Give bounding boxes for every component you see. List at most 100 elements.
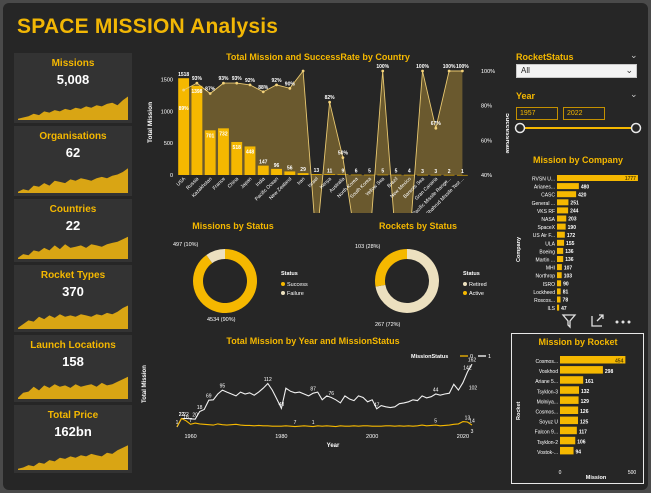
bar-value-label: 81: [563, 290, 569, 296]
bar-pacific-ocean[interactable]: [271, 168, 282, 175]
bar-brazil[interactable]: [390, 174, 402, 176]
y-axis-label: Rocket: [516, 401, 522, 420]
rate-point[interactable]: [288, 86, 292, 90]
rate-point[interactable]: [182, 88, 186, 92]
rate-point[interactable]: [208, 92, 212, 95]
legend-marker: [281, 291, 285, 295]
bar-2[interactable]: [557, 191, 577, 198]
bar-india[interactable]: [257, 165, 269, 175]
year-from-input[interactable]: 1957: [516, 107, 558, 120]
rate-point[interactable]: [421, 69, 424, 73]
bar-11[interactable]: [557, 264, 562, 271]
rate-point[interactable]: [447, 69, 451, 73]
bar-new-zealand[interactable]: [284, 171, 296, 175]
year-range-slider[interactable]: [514, 121, 644, 135]
rate-point[interactable]: [195, 81, 199, 85]
rate-point[interactable]: [341, 156, 345, 160]
bar-3[interactable]: [557, 199, 569, 206]
bar-north-korea[interactable]: [350, 174, 362, 176]
rockets-status-title: Rockets by Status: [378, 221, 458, 231]
series-line-1[interactable]: [176, 363, 473, 428]
bar-12[interactable]: [557, 272, 562, 279]
bar-8[interactable]: [560, 436, 576, 445]
chevron-down-icon[interactable]: ⌄: [630, 89, 638, 100]
legend-marker: [463, 291, 467, 295]
bar-gran-canaria[interactable]: [430, 174, 442, 176]
rate-value-label: 82%: [325, 95, 336, 101]
rate-point[interactable]: [301, 69, 305, 73]
bar-russia[interactable]: [191, 85, 203, 175]
slider-handle-start[interactable]: [514, 122, 526, 134]
bar-value-label: 107: [564, 265, 573, 271]
category-label: Iran: [296, 176, 306, 186]
year-to-input[interactable]: 2022: [563, 107, 605, 120]
series-line-0[interactable]: [176, 417, 473, 428]
bar-1[interactable]: [560, 366, 603, 374]
bar-6[interactable]: [557, 223, 566, 230]
bar-kenya[interactable]: [324, 174, 336, 175]
bar-13[interactable]: [557, 280, 562, 287]
bar-israel[interactable]: [310, 174, 322, 175]
point-label: 3: [471, 429, 474, 435]
bar-iran[interactable]: [297, 173, 309, 175]
bar-value-label: 1518: [178, 72, 189, 78]
rate-point[interactable]: [434, 126, 438, 130]
bar-value-label: 11: [327, 168, 333, 174]
bar-barents-sea[interactable]: [417, 174, 428, 176]
slice-label: 103 (28%): [355, 244, 381, 250]
bar-2[interactable]: [560, 376, 584, 384]
bar-value-label: 94: [576, 450, 582, 456]
bar-pacific-missile-range-[interactable]: [443, 174, 455, 176]
slider-handle-end[interactable]: [630, 122, 642, 134]
rate-point[interactable]: [381, 69, 385, 73]
bar-16[interactable]: [557, 304, 560, 311]
rocket-status-dropdown[interactable]: All ⌄: [516, 64, 637, 78]
chevron-down-icon[interactable]: ⌄: [630, 50, 638, 61]
bar-yellow-sea[interactable]: [377, 174, 389, 176]
rate-point[interactable]: [222, 81, 225, 85]
bar-14[interactable]: [557, 288, 561, 295]
bar-6[interactable]: [560, 416, 578, 425]
bar-shahrud-missile-test-[interactable]: [456, 174, 468, 176]
slice-active[interactable]: [375, 249, 407, 287]
bar-value-label: 90: [563, 282, 569, 288]
rate-point[interactable]: [460, 69, 464, 73]
bar-new-mexico[interactable]: [403, 174, 415, 176]
bar-10[interactable]: [557, 256, 564, 262]
bar-value-label: 126: [580, 409, 589, 415]
bar-value-label: 5: [395, 169, 398, 175]
bar-south-korea[interactable]: [364, 174, 375, 176]
point-label: 112: [264, 377, 272, 383]
bar-15[interactable]: [557, 296, 561, 303]
kpi-label: Organisations: [39, 131, 107, 142]
rate-value-label: 100%: [416, 64, 429, 70]
bar-3[interactable]: [560, 386, 580, 394]
bar-australia[interactable]: [337, 174, 349, 176]
rate-point[interactable]: [248, 83, 252, 87]
point-label: 162: [468, 358, 477, 364]
rate-point[interactable]: [235, 81, 239, 85]
rate-point[interactable]: [275, 83, 278, 87]
more-options-icon[interactable]: [615, 320, 631, 324]
bar-8[interactable]: [557, 239, 565, 246]
sparkline-area: [18, 236, 128, 259]
x-axis-label: Year: [327, 443, 340, 449]
bar-1[interactable]: [557, 183, 579, 190]
bar-4[interactable]: [557, 207, 569, 214]
y2-tick-label: 80%: [481, 104, 492, 110]
rate-point[interactable]: [261, 90, 265, 94]
legend-item: 1: [488, 354, 491, 360]
bar-7[interactable]: [557, 231, 565, 238]
bar-9[interactable]: [557, 247, 564, 254]
filter-icon[interactable]: [561, 314, 577, 329]
bar-9[interactable]: [560, 446, 574, 455]
bar-5[interactable]: [557, 215, 567, 222]
rate-point[interactable]: [328, 100, 332, 104]
bar-value-label: 125: [580, 419, 589, 425]
focus-mode-icon[interactable]: [591, 314, 604, 327]
bar-7[interactable]: [560, 426, 577, 435]
bar-4[interactable]: [560, 396, 579, 404]
point-label: 47: [374, 402, 380, 408]
bar-5[interactable]: [560, 406, 579, 415]
bar-usa[interactable]: [178, 78, 190, 175]
